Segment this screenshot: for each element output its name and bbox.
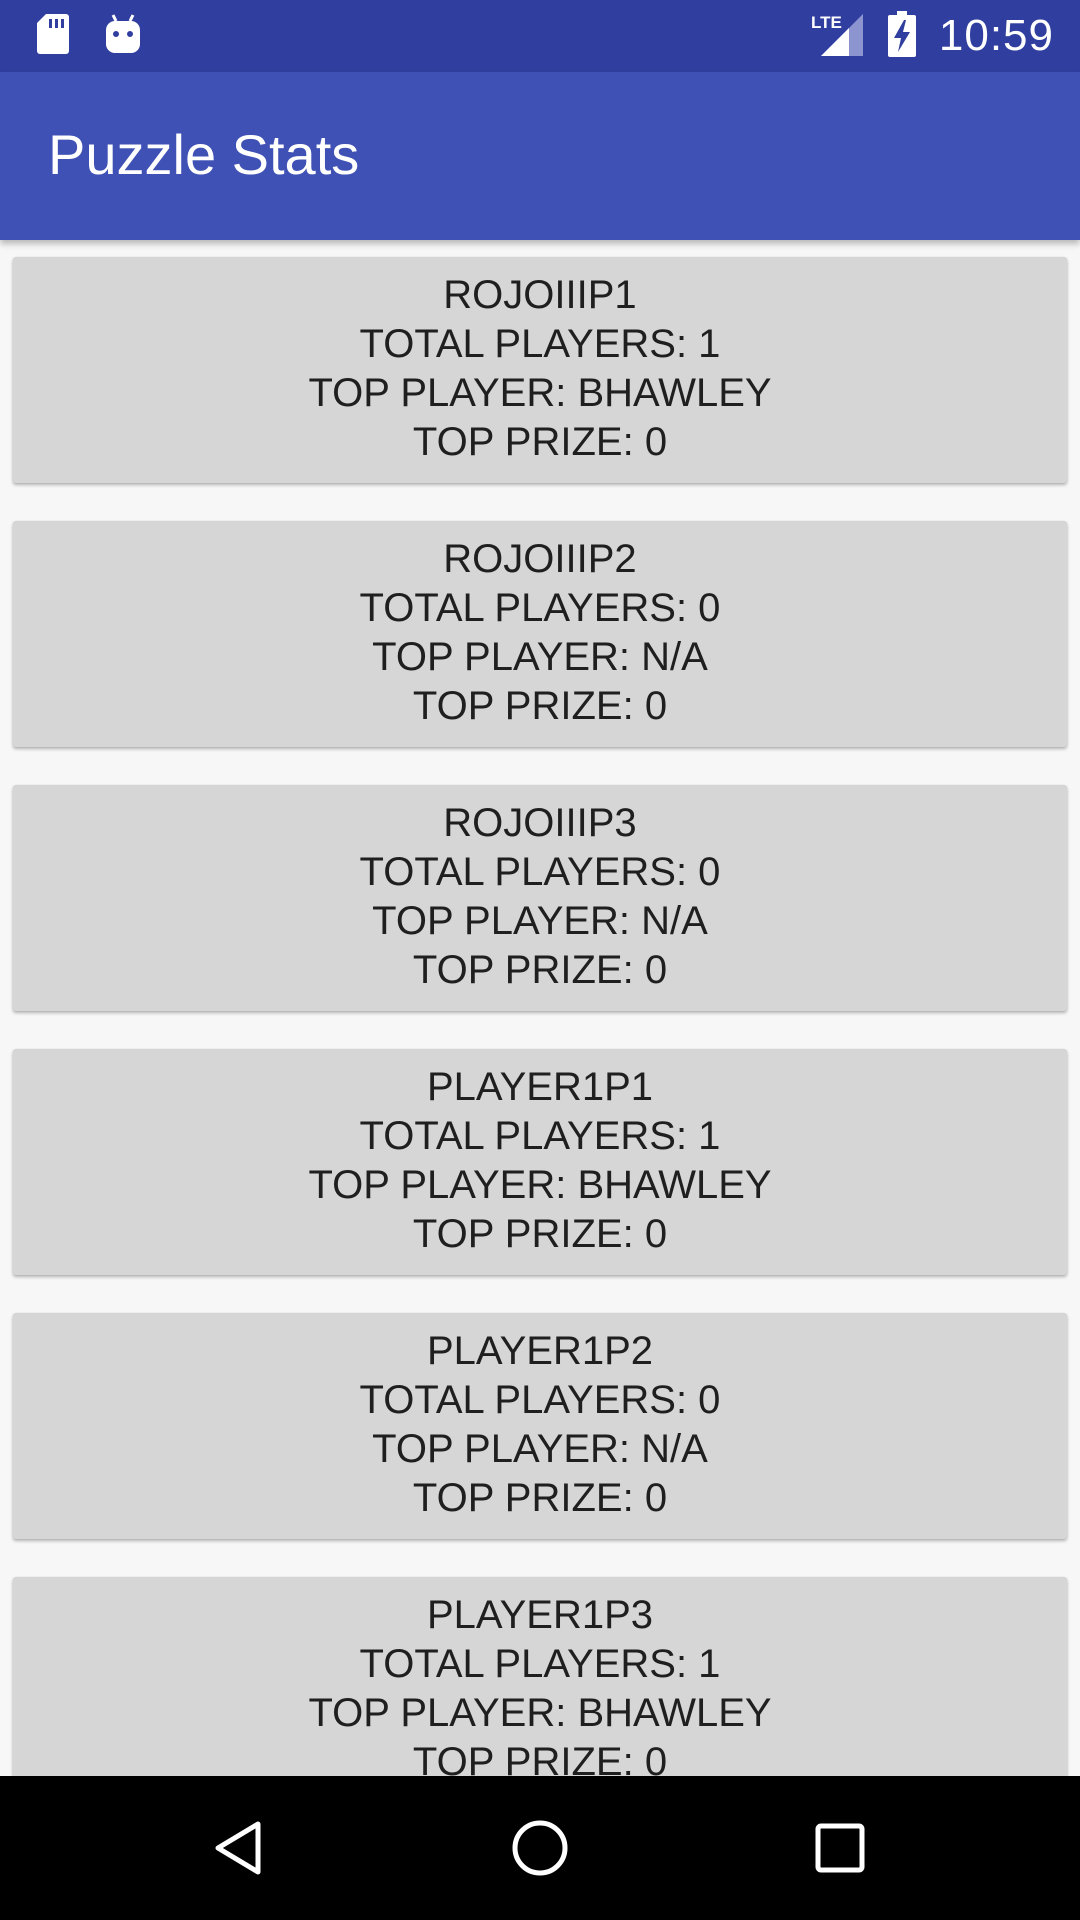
sd-card-icon — [36, 12, 70, 61]
top-player: TOP PLAYER: BHAWLEY — [308, 371, 772, 415]
total-players: TOTAL PLAYERS: 1 — [359, 322, 721, 366]
puzzle-name: PLAYER1P1 — [426, 1065, 654, 1109]
puzzle-name: PLAYER1P2 — [426, 1329, 654, 1373]
puzzle-card[interactable]: PLAYER1P3 TOTAL PLAYERS: 1 TOP PLAYER: B… — [13, 1577, 1067, 1776]
top-player: TOP PLAYER: BHAWLEY — [308, 1163, 772, 1207]
top-player: TOP PLAYER: N/A — [372, 635, 708, 679]
puzzle-name: ROJOIIIP3 — [443, 801, 637, 845]
home-button[interactable] — [504, 1812, 576, 1884]
back-button[interactable] — [204, 1812, 276, 1884]
puzzle-card[interactable]: ROJOIIIP2 TOTAL PLAYERS: 0 TOP PLAYER: N… — [13, 521, 1067, 747]
clock: 10:59 — [938, 11, 1054, 60]
puzzle-name: ROJOIIIP1 — [443, 273, 637, 317]
navigation-bar — [0, 1776, 1080, 1920]
recents-icon — [815, 1823, 865, 1873]
app-bar: Puzzle Stats — [0, 72, 1080, 240]
top-player: TOP PLAYER: N/A — [372, 1427, 708, 1471]
puzzle-card[interactable]: ROJOIIIP1 TOTAL PLAYERS: 1 TOP PLAYER: B… — [13, 257, 1067, 483]
puzzle-name: ROJOIIIP2 — [443, 537, 637, 581]
top-prize: TOP PRIZE: 0 — [412, 1476, 668, 1520]
home-icon — [512, 1820, 568, 1876]
puzzle-card[interactable]: PLAYER1P2 TOTAL PLAYERS: 0 TOP PLAYER: N… — [13, 1313, 1067, 1539]
total-players: TOTAL PLAYERS: 0 — [359, 1378, 721, 1422]
top-prize: TOP PRIZE: 0 — [412, 420, 668, 464]
network-label: LTE — [811, 13, 842, 32]
page-title: Puzzle Stats — [48, 123, 360, 186]
puzzle-card[interactable]: PLAYER1P1 TOTAL PLAYERS: 1 TOP PLAYER: B… — [13, 1049, 1067, 1275]
puzzle-name: PLAYER1P3 — [426, 1593, 654, 1637]
puzzle-stats-list[interactable]: ROJOIIIP1 TOTAL PLAYERS: 1 TOP PLAYER: B… — [0, 240, 1080, 1776]
puzzle-card[interactable]: ROJOIIIP3 TOTAL PLAYERS: 0 TOP PLAYER: N… — [13, 785, 1067, 1011]
total-players: TOTAL PLAYERS: 1 — [359, 1114, 721, 1158]
total-players: TOTAL PLAYERS: 0 — [359, 586, 721, 630]
top-prize: TOP PRIZE: 0 — [412, 1740, 668, 1776]
signal-icon: LTE — [809, 10, 865, 63]
top-player: TOP PLAYER: BHAWLEY — [308, 1691, 772, 1735]
top-prize: TOP PRIZE: 0 — [412, 1212, 668, 1256]
battery-charging-icon — [887, 10, 917, 63]
recents-button[interactable] — [804, 1812, 876, 1884]
total-players: TOTAL PLAYERS: 1 — [359, 1642, 721, 1686]
total-players: TOTAL PLAYERS: 0 — [359, 850, 721, 894]
back-icon — [215, 1821, 261, 1875]
top-prize: TOP PRIZE: 0 — [412, 948, 668, 992]
status-bar: LTE 10:59 — [0, 0, 1080, 72]
android-icon — [104, 13, 142, 60]
top-player: TOP PLAYER: N/A — [372, 899, 708, 943]
top-prize: TOP PRIZE: 0 — [412, 684, 668, 728]
